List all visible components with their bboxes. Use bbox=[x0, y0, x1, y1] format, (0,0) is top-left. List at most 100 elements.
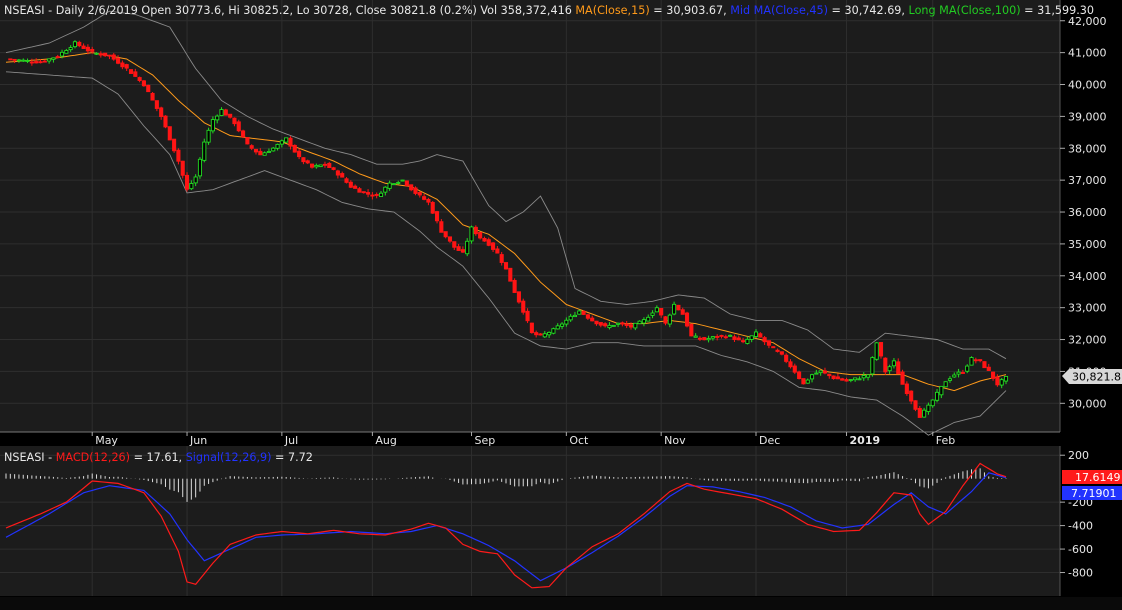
candle-body bbox=[284, 137, 289, 143]
candle-body bbox=[430, 202, 435, 214]
candle-body bbox=[559, 323, 565, 327]
candle-body bbox=[835, 376, 840, 380]
candle-body bbox=[197, 158, 203, 177]
candle-body bbox=[741, 340, 746, 343]
candle-body bbox=[749, 335, 754, 340]
candle-body bbox=[956, 371, 961, 375]
candle-body bbox=[818, 370, 823, 374]
candle-body bbox=[335, 170, 340, 176]
long-ma-value: = 31,599.30 bbox=[1021, 4, 1094, 17]
candle-body bbox=[697, 337, 703, 340]
candle-body bbox=[934, 391, 940, 401]
candle-body bbox=[103, 52, 108, 57]
candle-body bbox=[495, 248, 500, 254]
candle-body bbox=[633, 322, 638, 329]
candle-body bbox=[206, 129, 211, 143]
candle-body bbox=[762, 337, 767, 343]
candle-body bbox=[676, 304, 681, 311]
candle-body bbox=[521, 300, 526, 313]
candle-body bbox=[736, 337, 741, 341]
candle-body bbox=[215, 115, 220, 121]
candle-body bbox=[98, 53, 103, 56]
candle-body bbox=[779, 351, 784, 355]
candle-body bbox=[387, 182, 392, 189]
candle-body bbox=[917, 407, 922, 418]
price-tick-label: 34,000 bbox=[1068, 270, 1107, 283]
price-y-axis: 30,00031,00032,00033,00034,00035,00036,0… bbox=[1059, 0, 1107, 432]
candle-body bbox=[689, 323, 694, 337]
candle-body bbox=[1003, 375, 1009, 382]
last-price-tag-text: 30,821.8 bbox=[1072, 371, 1121, 384]
candle-body bbox=[426, 198, 431, 203]
candle-body bbox=[564, 319, 569, 325]
candle-body bbox=[577, 310, 582, 315]
candle-body bbox=[262, 152, 267, 156]
candle-body bbox=[922, 409, 927, 418]
price-tick-label: 40,000 bbox=[1068, 79, 1107, 92]
candle-body bbox=[805, 379, 810, 384]
last-price-tag: 30,821.8 bbox=[1062, 369, 1122, 384]
macd-header-symbol: NSEASI - bbox=[4, 451, 56, 464]
candle-body bbox=[684, 312, 690, 327]
candle-body bbox=[745, 338, 750, 344]
macd-y-axis: 200-200-400-600-800 bbox=[1059, 446, 1093, 596]
candle-body bbox=[624, 323, 629, 326]
candle-body bbox=[611, 324, 616, 327]
candle-body bbox=[814, 372, 819, 375]
candle-body bbox=[176, 149, 181, 162]
candle-body bbox=[141, 80, 146, 87]
candle-body bbox=[297, 150, 302, 158]
candle-body bbox=[491, 242, 496, 250]
candle-body bbox=[551, 328, 556, 334]
candle-body bbox=[667, 314, 672, 325]
stock-chart: 30,00031,00032,00033,00034,00035,00036,0… bbox=[0, 0, 1122, 610]
price-tick-label: 35,000 bbox=[1068, 238, 1107, 251]
signal-value: = 7.72 bbox=[271, 451, 312, 464]
candle-body bbox=[883, 357, 888, 373]
x-tick-label: Oct bbox=[569, 434, 589, 447]
candle-body bbox=[452, 241, 457, 248]
price-tick-label: 37,000 bbox=[1068, 174, 1107, 187]
candle-body bbox=[840, 378, 845, 381]
candle-body bbox=[861, 375, 866, 379]
signal-label: Signal(12,26,9) bbox=[186, 451, 272, 464]
macd-tick-label: -800 bbox=[1068, 567, 1093, 580]
candle-body bbox=[383, 186, 388, 193]
candle-body bbox=[499, 254, 504, 263]
bottom-scrollbar[interactable] bbox=[0, 597, 1122, 610]
price-panel-background bbox=[0, 0, 1060, 432]
candle-body bbox=[616, 322, 621, 325]
candle-body bbox=[305, 160, 310, 164]
candle-body bbox=[822, 370, 828, 374]
signal-value-tag: 7.71901 bbox=[1062, 486, 1122, 500]
candle-body bbox=[693, 335, 698, 338]
candle-body bbox=[874, 342, 879, 360]
candle-body bbox=[288, 137, 293, 147]
price-tick-label: 39,000 bbox=[1068, 110, 1107, 123]
candle-body bbox=[241, 130, 246, 138]
candle-body bbox=[469, 226, 474, 242]
candle-body bbox=[59, 51, 65, 57]
candle-body bbox=[361, 191, 366, 194]
candle-body bbox=[870, 357, 875, 375]
price-tick-label: 36,000 bbox=[1068, 206, 1107, 219]
ma15-label: MA(Close,15) bbox=[575, 4, 649, 17]
candle-body bbox=[16, 59, 21, 62]
candle-body bbox=[482, 237, 487, 242]
candle-body bbox=[404, 180, 409, 187]
candle-body bbox=[258, 150, 263, 156]
candle-body bbox=[116, 57, 121, 64]
candle-body bbox=[275, 143, 280, 149]
candle-body bbox=[572, 314, 578, 318]
candle-body bbox=[943, 381, 948, 388]
candle-body bbox=[163, 115, 168, 128]
candle-body bbox=[331, 167, 336, 170]
candle-body bbox=[422, 196, 427, 200]
candle-body bbox=[995, 376, 1000, 386]
candle-body bbox=[133, 71, 138, 77]
candle-body bbox=[327, 162, 332, 168]
candle-body bbox=[473, 226, 478, 235]
candle-body bbox=[788, 361, 793, 368]
candle-body bbox=[904, 383, 909, 395]
x-tick-label: Jul bbox=[284, 434, 298, 447]
